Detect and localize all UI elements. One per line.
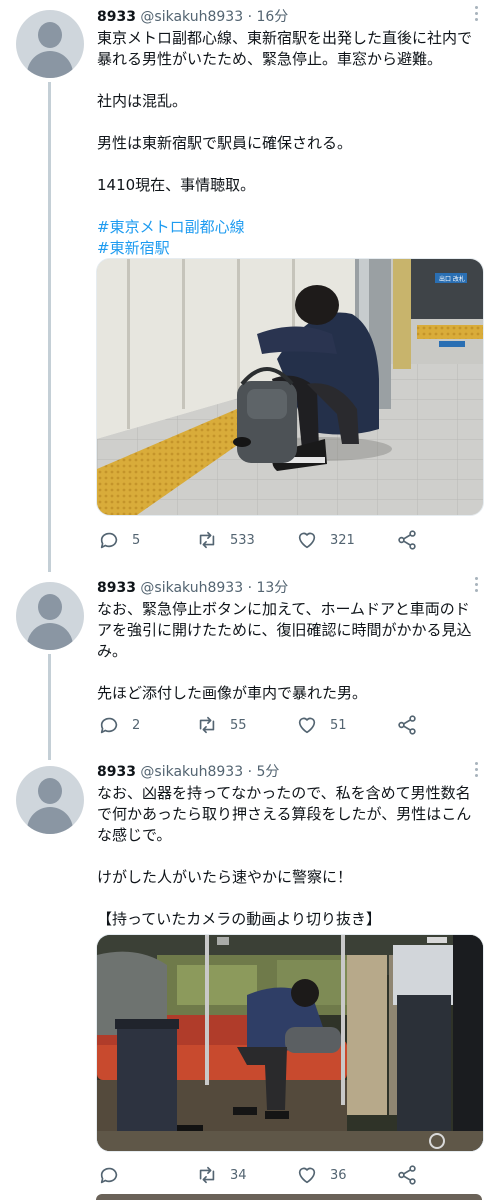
retweet-count: 533 [230,532,255,548]
tweet-time[interactable]: 5分 [256,764,279,780]
tweet-header: 8933 @sikakuh8933 · 16分 [97,8,288,26]
hashtag-link[interactable]: #東新宿駅 [97,238,487,259]
tweet-header: 8933 @sikakuh8933 · 5分 [97,763,279,781]
reply-count: 5 [132,532,141,548]
like-count: 51 [330,717,347,733]
tweet-header: 8933 @sikakuh8933 · 13分 [97,579,288,597]
avatar[interactable] [16,10,84,78]
tweet-line: 東京メトロ副都心線、東新宿駅を出発した直後に社内で [97,29,473,47]
display-name[interactable]: 8933 [97,9,136,25]
tweet-line: アを強引に開けたために、復旧確認に時間がかかる見込 [97,621,472,639]
tweet-photo[interactable]: 出口 改札 [96,258,484,516]
display-name[interactable]: 8933 [97,580,136,596]
share-icon [398,1165,416,1185]
separator-dot: · [247,9,253,25]
tweet-line: なお、凶器を持ってなかったので、私を含めて男性数名 [97,784,471,802]
reply-count: 2 [132,717,141,733]
reply-icon [100,1167,118,1184]
tweet-actions: 34 36 [98,1163,428,1187]
tweet-3[interactable]: 8933 @sikakuh8933 · 5分 なお、凶器を持ってなかったので、私… [0,758,497,1200]
avatar[interactable] [16,766,84,834]
thread-line [48,654,51,760]
share-button[interactable] [396,713,418,737]
retweet-button[interactable]: 533 [196,528,255,552]
tweet-text: なお、緊急停止ボタンに加えて、ホームドアと車両のド アを強引に開けたために、復旧… [97,599,487,704]
separator-dot: · [247,580,253,596]
tweet-line: けがした人がいたら速やかに警察に！ [97,868,353,886]
reply-button[interactable]: 5 [98,528,140,552]
tweet-line: で何かあったら取り押さえる算段をしたが、男性はこん [97,805,472,823]
reply-button[interactable] [98,1163,132,1187]
more-options-icon[interactable] [475,762,479,780]
avatar[interactable] [16,582,84,650]
more-options-icon[interactable] [475,6,479,24]
like-button[interactable]: 51 [296,713,347,737]
tweet-line: 先ほど添付した画像が車内で暴れた男。 [97,684,368,702]
share-icon [398,715,416,735]
like-button[interactable]: 321 [296,528,355,552]
share-button[interactable] [396,1163,418,1187]
user-handle[interactable]: @sikakuh8933 [140,764,243,780]
share-button[interactable] [396,528,418,552]
retweet-icon [199,1166,215,1184]
retweet-button[interactable]: 34 [196,1163,247,1187]
tweet-line: 暴れる男性がいたため、緊急停止。車窓から避難。 [97,50,443,68]
hashtag-link[interactable]: #東京メトロ副都心線 [97,217,487,238]
heart-icon [298,1167,316,1184]
separator-dot: · [247,764,253,780]
display-name[interactable]: 8933 [97,764,136,780]
tweet-line: なお、緊急停止ボタンに加えて、ホームドアと車両のド [97,600,470,618]
retweet-icon [199,531,215,549]
tweet-line: 社内は混乱。 [97,92,188,110]
tweet-time[interactable]: 16分 [256,9,288,25]
tweet-line: み。 [97,642,128,660]
reply-button[interactable]: 2 [98,713,140,737]
next-media-edge [96,1194,482,1200]
share-icon [398,530,416,550]
tweet-text: 東京メトロ副都心線、東新宿駅を出発した直後に社内で 暴れる男性がいたため、緊急停… [97,28,487,259]
heart-icon [298,532,316,549]
tweet-actions: 5 533 321 [98,528,428,552]
tweet-line: 男性は東新宿駅で駅員に確保される。 [97,134,353,152]
like-count: 321 [330,532,355,548]
retweet-count: 55 [230,717,247,733]
user-handle[interactable]: @sikakuh8933 [140,580,243,596]
thread-line [48,82,51,572]
more-options-icon[interactable] [475,577,479,595]
retweet-count: 34 [230,1167,247,1183]
station-sign: 出口 改札 [439,275,465,283]
tweet-time[interactable]: 13分 [256,580,288,596]
retweet-icon [199,716,215,734]
heart-icon [298,717,316,734]
reply-icon [100,532,118,549]
like-count: 36 [330,1167,347,1183]
tweet-text: なお、凶器を持ってなかったので、私を含めて男性数名 で何かあったら取り押さえる算… [97,783,487,930]
tweet-1[interactable]: 8933 @sikakuh8933 · 16分 東京メトロ副都心線、東新宿駅を出… [0,0,497,572]
tweet-line: 【持っていたカメラの動画より切り抜き】 [97,910,381,928]
tweet-photo[interactable] [96,934,484,1152]
tweet-actions: 2 55 51 [98,713,428,737]
reply-icon [100,717,118,734]
user-handle[interactable]: @sikakuh8933 [140,9,243,25]
like-button[interactable]: 36 [296,1163,347,1187]
tweet-line: な感じで。 [97,826,172,844]
retweet-button[interactable]: 55 [196,713,247,737]
tweet-2[interactable]: 8933 @sikakuh8933 · 13分 なお、緊急停止ボタンに加えて、ホ… [0,572,497,760]
tweet-line: 1410現在、事情聴取。 [97,176,256,194]
